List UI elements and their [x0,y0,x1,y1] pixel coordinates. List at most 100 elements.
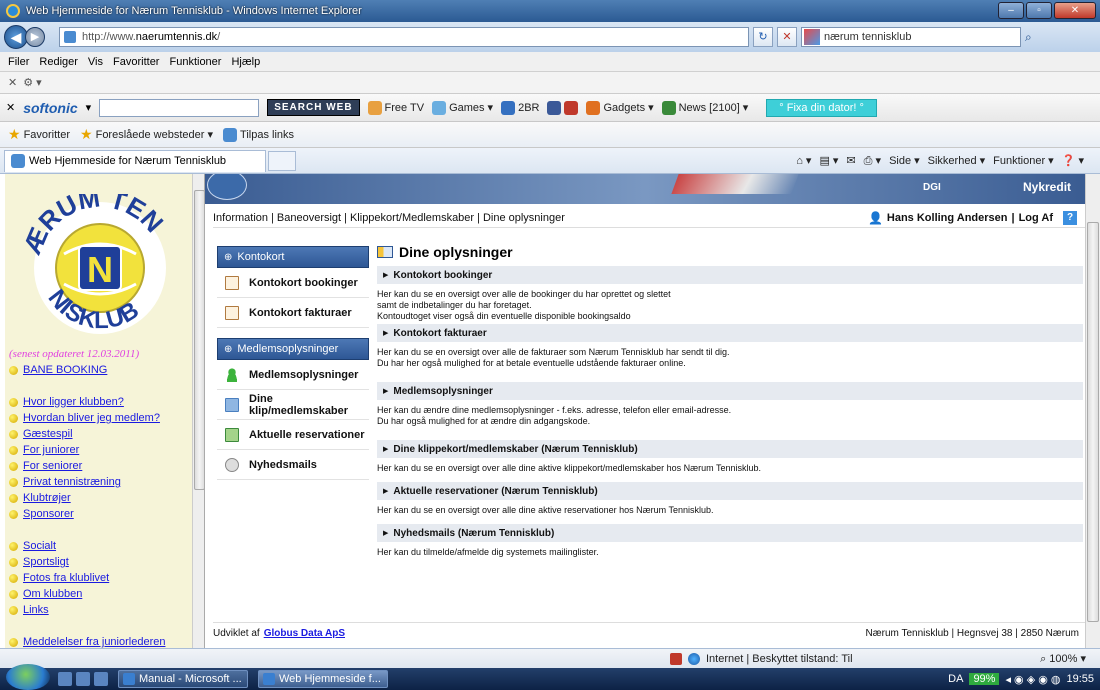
link-fotos[interactable]: Fotos fra klublivet [23,572,109,584]
section-heading[interactable]: ▶ Kontokort bookinger [377,266,1083,284]
clock[interactable]: 19:55 [1066,673,1094,685]
start-button[interactable] [6,664,50,690]
side-menu[interactable]: Side ▾ [889,154,920,167]
list-item[interactable]: Privat tennistræning [9,474,189,490]
free-tv-button[interactable]: Free TV [367,100,424,115]
feeds-icon[interactable]: ▤ ▾ [819,154,838,167]
list-item[interactable]: Gæstespil [9,426,189,442]
tray-icons[interactable]: ◂ ◉ ◈ ◉ ◍ [1005,673,1060,686]
menu-item-medlemsoplysninger[interactable]: Medlemsoplysninger [217,360,369,390]
subnav-baneoversigt[interactable]: Baneoversigt [277,212,341,224]
list-item[interactable]: Hvor ligger klubben? [9,394,189,410]
tab-current[interactable]: Web Hjemmeside for Nærum Tennisklub [4,149,266,172]
menu-item-klip-medlemskaber[interactable]: Dine klip/medlemskaber [217,390,369,420]
link-sportsligt[interactable]: Sportsligt [23,556,69,568]
section-heading[interactable]: ▶ Medlemsoplysninger [377,382,1083,400]
home-icon[interactable]: ⌂ ▾ [796,154,811,167]
list-item[interactable]: Meddelelser fra juniorlederen [9,634,189,648]
menu-header-kontokort[interactable]: ⊕ Kontokort [217,246,369,268]
addon-icon[interactable]: ⚙ ▾ [23,76,41,89]
list-item[interactable]: Links [9,602,189,618]
link-privat-traening[interactable]: Privat tennistræning [23,476,121,488]
quicklaunch-icon[interactable] [58,672,72,686]
subnav-klippekort[interactable]: Klippekort/Medlemskaber [350,212,474,224]
list-item[interactable]: Sportsligt [9,554,189,570]
toolbar-search-input[interactable] [99,98,260,117]
left-scroll-thumb[interactable] [194,190,204,490]
page-scrollbar[interactable] [1085,174,1100,648]
developer-link[interactable]: Globus Data ApS [264,628,345,639]
close-button[interactable]: ✕ [1054,2,1096,19]
menu-favoritter[interactable]: Favoritter [113,56,159,68]
link-links[interactable]: Links [23,604,49,616]
close-toolbar-icon[interactable]: ✕ [6,101,15,114]
link-klubtroejer[interactable]: Klubtrøjer [23,492,71,504]
link-socialt[interactable]: Socialt [23,540,56,552]
menu-rediger[interactable]: Rediger [39,56,78,68]
section-heading[interactable]: ▶ Kontokort fakturaer [377,324,1083,342]
menu-filer[interactable]: Filer [8,56,29,68]
list-item[interactable]: Sponsorer [9,506,189,522]
games-button[interactable]: Games ▾ [432,100,493,115]
list-item[interactable]: For juniorer [9,442,189,458]
subnav-dine-oplysninger[interactable]: Dine oplysninger [483,212,565,224]
link-medlem[interactable]: Hvordan bliver jeg medlem? [23,412,160,424]
user-name[interactable]: Hans Kolling Andersen [887,212,1008,224]
section-heading[interactable]: ▶ Nyhedsmails (Nærum Tennisklub) [377,524,1083,542]
link-hvor-ligger[interactable]: Hvor ligger klubben? [23,396,124,408]
help-icon[interactable]: ❓ ▾ [1062,154,1084,167]
menu-hjaelp[interactable]: Hjælp [231,56,260,68]
link-om-klubben[interactable]: Om klubben [23,588,82,600]
softonic-logo[interactable]: softonic [23,100,77,116]
list-item[interactable]: For seniorer [9,458,189,474]
list-item[interactable]: BANE BOOKING [9,362,189,378]
link-bane-booking[interactable]: BANE BOOKING [23,364,107,376]
sikkerhed-menu[interactable]: Sikkerhed ▾ [928,154,986,167]
section-heading[interactable]: ▶ Aktuelle reservationer (Nærum Tennisklu… [377,482,1083,500]
new-tab-button[interactable] [268,150,296,171]
zoom-control[interactable]: ⌕ 100% ▾ [1040,652,1100,666]
page-scroll-thumb[interactable] [1087,222,1099,622]
maximize-button[interactable]: ▫ [1026,2,1052,19]
language-indicator[interactable]: DA [948,673,963,685]
menu-funktioner[interactable]: Funktioner [169,56,221,68]
logout-link[interactable]: Log Af [1019,212,1053,224]
funktioner-menu[interactable]: Funktioner ▾ [993,154,1054,167]
menu-item-reservationer[interactable]: Aktuelle reservationer [217,420,369,450]
list-item[interactable]: Fotos fra klublivet [9,570,189,586]
security-zone[interactable]: Internet | Beskyttet tilstand: Til [670,652,853,665]
task-ie[interactable]: Web Hjemmeside f... [258,670,388,688]
subnav-information[interactable]: Information [213,212,268,224]
address-input[interactable]: http://www. naerumtennis.dk / [59,27,749,47]
search-input[interactable]: nærum tennisklub [801,27,1021,47]
radio-player[interactable]: 2BR [501,100,539,115]
fixa-button[interactable]: ° Fixa din dator! ° [766,98,877,117]
favorites-button[interactable]: ★ Favoritter [8,126,70,143]
section-heading[interactable]: ▶ Dine klippekort/medlemskaber (Nærum Ten… [377,440,1083,458]
mail-icon[interactable]: ✉ [846,154,855,167]
link-sponsorer[interactable]: Sponsorer [23,508,74,520]
menu-item-kontokort-fakturaer[interactable]: Kontokort fakturaer [217,298,369,328]
battery-indicator[interactable]: 99% [969,673,1000,685]
help-button[interactable]: ? [1063,210,1077,225]
social-buttons[interactable] [547,100,579,115]
menu-vis[interactable]: Vis [88,56,103,68]
link-seniorer[interactable]: For seniorer [23,460,82,472]
gadgets-button[interactable]: Gadgets ▾ [586,100,654,115]
quicklaunch-icon[interactable] [76,672,90,686]
search-web-button[interactable]: SEARCH WEB [267,99,360,116]
left-scrollbar[interactable] [192,174,204,648]
print-icon[interactable]: ⎙ ▾ [864,154,881,168]
suggested-sites-button[interactable]: ★ Foreslåede websteder ▾ [80,126,213,143]
link-juniorer[interactable]: For juniorer [23,444,79,456]
list-item[interactable]: Hvordan bliver jeg medlem? [9,410,189,426]
link-meddelelser[interactable]: Meddelelser fra juniorlederen [23,636,165,648]
menu-item-kontokort-bookinger[interactable]: Kontokort bookinger [217,268,369,298]
news-button[interactable]: News [2100] ▾ [661,100,748,115]
quicklaunch-icon[interactable] [94,672,108,686]
close-toolbar-icon[interactable]: ✕ [8,76,17,89]
task-word[interactable]: Manual - Microsoft ... [118,670,248,688]
menu-item-nyhedsmails[interactable]: Nyhedsmails [217,450,369,480]
search-icon[interactable]: ⌕ [1025,30,1032,45]
forward-button[interactable]: ▶ [25,27,45,47]
